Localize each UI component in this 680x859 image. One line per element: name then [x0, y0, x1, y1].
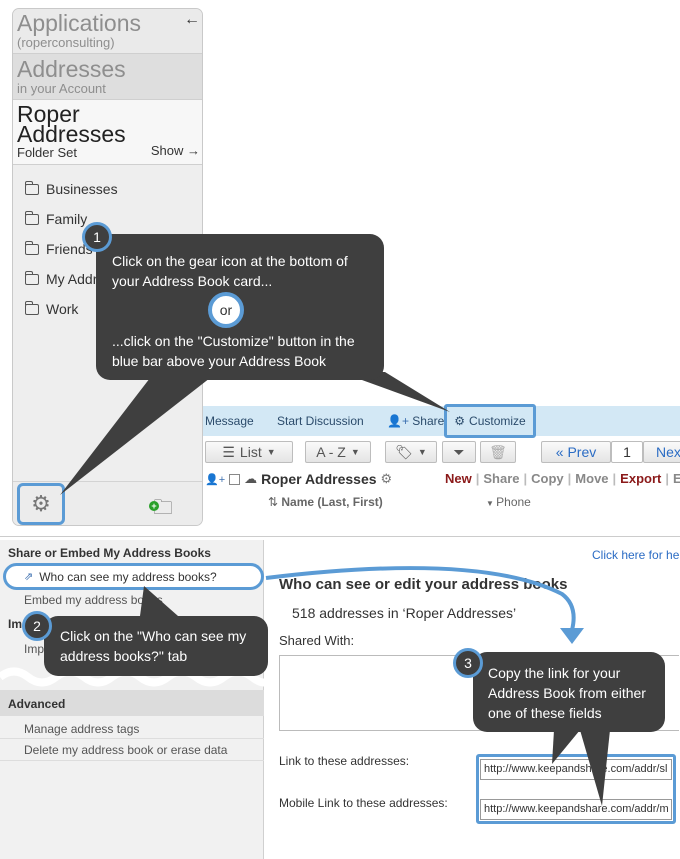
callout-1-text-gear: Click on the gear icon at the bottom of … — [112, 253, 348, 289]
curved-arrow — [265, 566, 584, 644]
or-badge: or — [208, 292, 244, 328]
callout-1-pointer-gear — [60, 378, 210, 495]
divider — [0, 536, 680, 537]
callout-3-pointer-link — [552, 730, 580, 764]
divider — [0, 760, 264, 761]
advanced-heading: Advanced — [8, 697, 66, 711]
step-2-badge: 2 — [22, 611, 52, 641]
share-embed-heading: Share or Embed My Address Books — [8, 546, 211, 560]
step-3-badge: 3 — [453, 648, 483, 678]
tab-manage-tags[interactable]: Manage address tags — [24, 722, 139, 736]
divider — [0, 738, 264, 739]
help-link[interactable]: Click here for he — [592, 548, 679, 562]
callout-2-text: Click on the "Who can see my address boo… — [60, 628, 247, 664]
tab-delete-address-book[interactable]: Delete my address book or erase data — [24, 743, 227, 757]
callout-3: Copy the link for your Address Book from… — [473, 652, 665, 732]
mobile-link-label: Mobile Link to these addresses: — [279, 796, 448, 810]
callout-3-pointer-mobile — [580, 730, 610, 806]
callout-2-pointer-shape — [140, 586, 178, 616]
callout-3-pointers — [552, 730, 610, 806]
arrow-head-icon — [560, 628, 584, 644]
callout-3-text: Copy the link for your Address Book from… — [488, 665, 646, 721]
curved-arrow-path — [265, 566, 576, 631]
link-label: Link to these addresses: — [279, 754, 410, 768]
callout-1-text-customize: ...click on the "Customize" button in th… — [112, 333, 355, 369]
step-1-badge: 1 — [82, 222, 112, 252]
callout-2: Click on the "Who can see my address boo… — [44, 616, 268, 676]
